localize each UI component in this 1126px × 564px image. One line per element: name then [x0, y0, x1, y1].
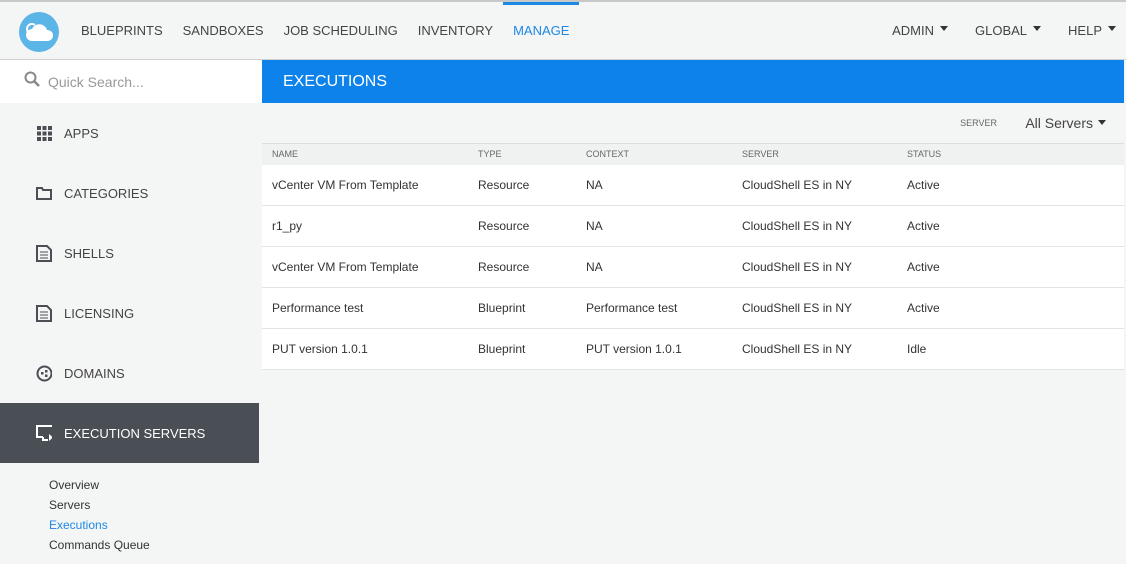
- cell-context: PUT version 1.0.1: [576, 328, 732, 370]
- table-row[interactable]: r1_py Resource NA CloudShell ES in NY Active: [262, 205, 1124, 247]
- sidebar-item-label: LICENSING: [64, 305, 135, 321]
- sidebar-item-label: SHELLS: [64, 245, 114, 261]
- cell-status: Active: [897, 246, 1124, 288]
- table-row[interactable]: vCenter VM From Template Resource NA CloudS…: [262, 164, 1124, 206]
- admin-menu[interactable]: ADMIN: [892, 2, 948, 60]
- cell-name: r1_py: [262, 205, 468, 247]
- help-menu[interactable]: HELP: [1068, 2, 1116, 60]
- cell-status: Active: [897, 205, 1124, 247]
- quick-search[interactable]: Quick Search...: [0, 60, 262, 103]
- cell-context: NA: [576, 246, 732, 288]
- cell-status: Active: [897, 287, 1124, 329]
- nav-job-scheduling[interactable]: JOB SCHEDULING: [274, 2, 408, 60]
- cell-server: CloudShell ES in NY: [732, 205, 897, 247]
- domains-icon: [36, 365, 52, 381]
- folder-icon: [36, 185, 52, 201]
- submenu-commands-queue[interactable]: Commands Queue: [49, 535, 259, 555]
- apps-icon: [36, 125, 52, 141]
- submenu-overview[interactable]: Overview: [49, 475, 259, 495]
- execution-servers-submenu: Overview Servers Executions Commands Que…: [0, 463, 259, 555]
- server-filter-label: SERVER: [960, 118, 997, 128]
- cell-status: Idle: [897, 328, 1124, 370]
- column-header-context[interactable]: CONTEXT: [576, 143, 732, 165]
- column-header-server[interactable]: SERVER: [732, 143, 897, 165]
- sidebar-item-label: CATEGORIES: [64, 185, 149, 201]
- server-select[interactable]: All Servers: [1025, 115, 1106, 131]
- cell-type: Resource: [468, 205, 576, 247]
- sidebar-item-licensing[interactable]: LICENSING: [0, 283, 259, 343]
- sidebar-item-label: APPS: [64, 125, 99, 141]
- submenu-executions[interactable]: Executions: [49, 515, 259, 535]
- table-row[interactable]: Performance test Blueprint Performance tes…: [262, 287, 1124, 329]
- document-icon: [36, 244, 52, 262]
- cell-context: NA: [576, 205, 732, 247]
- executions-table: NAME TYPE CONTEXT SERVER STATUS vCenter …: [262, 143, 1124, 370]
- cell-type: Resource: [468, 164, 576, 206]
- cell-server: CloudShell ES in NY: [732, 164, 897, 206]
- top-navigation-bar: BLUEPRINTS SANDBOXES JOB SCHEDULING INVE…: [0, 0, 1126, 60]
- cell-name: Performance test: [262, 287, 468, 329]
- sidebar-item-label: EXECUTION SERVERS: [64, 425, 206, 441]
- page-title: EXECUTIONS: [262, 60, 1124, 103]
- cell-type: Resource: [468, 246, 576, 288]
- nav-blueprints[interactable]: BLUEPRINTS: [71, 2, 173, 60]
- search-icon: [24, 71, 40, 92]
- sidebar-item-shells[interactable]: SHELLS: [0, 223, 259, 283]
- cell-context: Performance test: [576, 287, 732, 329]
- sidebar-item-execution-servers[interactable]: EXECUTION SERVERS: [0, 403, 259, 463]
- nav-manage[interactable]: MANAGE: [503, 2, 580, 60]
- column-header-type[interactable]: TYPE: [468, 143, 576, 165]
- cell-name: vCenter VM From Template: [262, 164, 468, 206]
- table-row[interactable]: PUT version 1.0.1 Blueprint PUT version 1.…: [262, 328, 1124, 370]
- cell-server: CloudShell ES in NY: [732, 246, 897, 288]
- sidebar-item-label: DOMAINS: [64, 365, 125, 381]
- column-header-status[interactable]: STATUS: [897, 143, 1124, 165]
- execution-server-icon: [36, 425, 52, 441]
- cell-server: CloudShell ES in NY: [732, 287, 897, 329]
- sidebar-item-apps[interactable]: APPS: [0, 103, 259, 163]
- cell-name: PUT version 1.0.1: [262, 328, 468, 370]
- cloudshell-logo[interactable]: [19, 12, 59, 52]
- nav-inventory[interactable]: INVENTORY: [408, 2, 503, 60]
- search-input[interactable]: Quick Search...: [48, 74, 144, 90]
- sidebar: APPS CATEGORIES SHELLS LICENSING DOMAINS…: [0, 103, 259, 555]
- cell-name: vCenter VM From Template: [262, 246, 468, 288]
- cell-type: Blueprint: [468, 328, 576, 370]
- nav-sandboxes[interactable]: SANDBOXES: [173, 2, 274, 60]
- sidebar-item-domains[interactable]: DOMAINS: [0, 343, 259, 403]
- document-icon: [36, 304, 52, 322]
- table-row[interactable]: vCenter VM From Template Resource NA CloudS…: [262, 246, 1124, 288]
- cell-context: NA: [576, 164, 732, 206]
- sidebar-item-categories[interactable]: CATEGORIES: [0, 163, 259, 223]
- cell-type: Blueprint: [468, 287, 576, 329]
- server-filter: SERVER All Servers: [262, 103, 1124, 143]
- submenu-servers[interactable]: Servers: [49, 495, 259, 515]
- cell-status: Active: [897, 164, 1124, 206]
- column-header-name[interactable]: NAME: [262, 143, 468, 165]
- cell-server: CloudShell ES in NY: [732, 328, 897, 370]
- global-menu[interactable]: GLOBAL: [975, 2, 1041, 60]
